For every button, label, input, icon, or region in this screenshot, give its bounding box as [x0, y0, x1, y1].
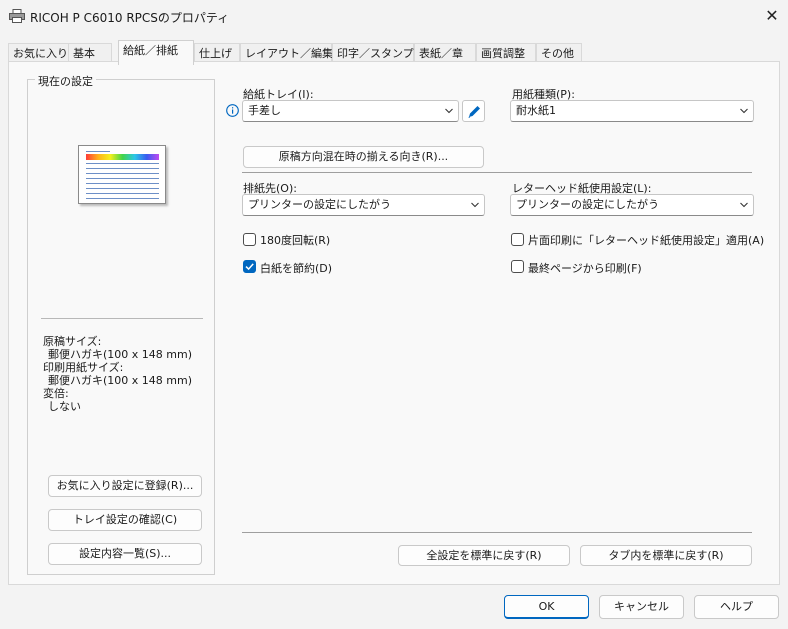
pencil-icon — [468, 106, 480, 118]
letterhead-select-value: プリンターの設定にしたがう — [516, 198, 659, 211]
reset-all-button[interactable]: 全設定を標準に戻す(R) — [398, 545, 570, 566]
page-preview-image — [78, 145, 166, 204]
reset-tab-button[interactable]: タブ内を標準に戻す(R) — [580, 545, 752, 566]
output-select-value: プリンターの設定にしたがう — [248, 198, 391, 211]
divider — [41, 318, 203, 319]
current-settings-title: 現在の設定 — [35, 73, 96, 89]
settings-list-button[interactable]: 設定内容一覧(S)... — [48, 543, 202, 565]
help-button[interactable]: ヘルプ — [694, 595, 779, 619]
paper-type-select-value: 耐水紙1 — [516, 104, 556, 117]
register-favorite-button[interactable]: お気に入り設定に登録(R)... — [48, 475, 202, 497]
chevron-down-icon — [445, 108, 453, 114]
checkmark-icon — [245, 263, 254, 271]
printer-icon — [9, 9, 25, 23]
rotate180-checkbox[interactable] — [243, 233, 256, 246]
close-button[interactable]: ✕ — [760, 4, 784, 28]
letterhead-simplex-checkbox[interactable] — [511, 233, 524, 246]
edit-tray-button[interactable] — [462, 100, 485, 122]
tab-strip: お気に入り 基本 給紙／排紙 仕上げ レイアウト／編集 印字／スタンプ 表紙／章… — [0, 40, 788, 65]
section-divider — [242, 172, 752, 173]
chevron-down-icon — [740, 108, 748, 114]
last-page-first-label: 最終ページから印刷(F) — [528, 262, 642, 275]
letterhead-select[interactable]: プリンターの設定にしたがう — [510, 194, 754, 216]
chevron-down-icon — [471, 202, 479, 208]
output-select[interactable]: プリンターの設定にしたがう — [242, 194, 485, 216]
scale-value: しない — [48, 400, 81, 413]
info-icon — [226, 104, 239, 117]
save-blank-checkbox[interactable] — [243, 260, 256, 273]
ok-button[interactable]: OK — [504, 595, 589, 619]
bottom-divider — [242, 532, 752, 533]
chevron-down-icon — [740, 202, 748, 208]
last-page-first-checkbox[interactable] — [511, 260, 524, 273]
cancel-button[interactable]: キャンセル — [599, 595, 684, 619]
tab-paper-input-output[interactable]: 給紙／排紙 — [118, 40, 194, 65]
window-title: RICOH P C6010 RPCSのプロパティ — [30, 11, 230, 25]
rotate180-label: 180度回転(R) — [260, 234, 331, 247]
tray-select-value: 手差し — [248, 104, 281, 117]
tray-select[interactable]: 手差し — [242, 100, 459, 122]
orientation-mixed-button[interactable]: 原稿方向混在時の揃える向き(R)... — [243, 146, 484, 168]
letterhead-simplex-label: 片面印刷に「レターヘッド紙使用設定」適用(A) — [528, 234, 765, 247]
check-tray-button[interactable]: トレイ設定の確認(C) — [48, 509, 202, 531]
save-blank-label: 白紙を節約(D) — [260, 262, 333, 275]
print-size-value: 郵便ハガキ(100 x 148 mm) — [48, 374, 193, 387]
close-icon: ✕ — [765, 6, 779, 25]
paper-type-select[interactable]: 耐水紙1 — [510, 100, 754, 122]
